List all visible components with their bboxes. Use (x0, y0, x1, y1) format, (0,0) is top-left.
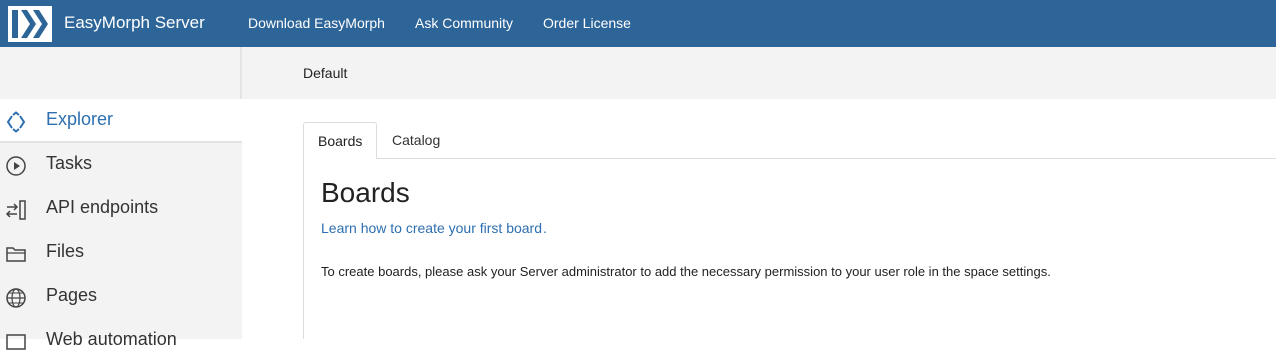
learn-create-board-link[interactable]: Learn how to create your first board (321, 220, 542, 236)
page-title: Boards (321, 177, 410, 208)
brand-title[interactable]: EasyMorph Server (64, 13, 205, 33)
play-circle-icon (6, 156, 26, 176)
top-navbar: EasyMorph Server Download EasyMorph Ask … (0, 0, 1276, 47)
sidebar-item-label: Tasks (46, 153, 93, 173)
sidebar-item-api-endpoints[interactable]: API endpoints (0, 187, 242, 231)
tab-bar: Boards Catalog (303, 122, 1276, 159)
sidebar-item-pages[interactable]: Pages (0, 275, 242, 319)
sidebar-item-label: Explorer (46, 109, 114, 129)
learn-link-period: . (543, 220, 547, 236)
permission-info-text: To create boards, please ask your Server… (321, 264, 1051, 279)
sidebar-item-files[interactable]: Files (0, 231, 242, 275)
folder-icon (6, 247, 26, 262)
breadcrumb: Default (242, 47, 1276, 99)
sidebar-item-label: Pages (46, 285, 98, 305)
nav-download-easymorph[interactable]: Download EasyMorph (248, 15, 385, 31)
tab-label: Boards (318, 133, 363, 149)
sidebar-item-label: Web automation (46, 329, 177, 349)
sidebar-item-web-automation[interactable]: Web automation (0, 319, 242, 363)
tab-catalog[interactable]: Catalog (378, 122, 454, 159)
nav-order-license[interactable]: Order License (543, 15, 631, 31)
web-automation-icon (6, 334, 26, 350)
sidebar-header (0, 47, 240, 99)
sidebar-item-label: API endpoints (46, 197, 159, 217)
nav-ask-community[interactable]: Ask Community (415, 15, 513, 31)
sidebar: Explorer Tasks API endpoints Files Pages… (0, 47, 242, 350)
explorer-icon (6, 111, 26, 133)
sidebar-item-tasks[interactable]: Tasks (0, 143, 242, 187)
tab-boards[interactable]: Boards (303, 122, 377, 159)
panel-left-border (303, 158, 304, 339)
globe-icon (6, 288, 26, 308)
sidebar-item-label: Files (46, 241, 85, 261)
api-endpoints-icon (5, 200, 26, 220)
tab-label: Catalog (392, 132, 441, 148)
breadcrumb-space-default[interactable]: Default (303, 65, 347, 81)
easymorph-logo-icon[interactable] (6, 3, 54, 44)
sidebar-item-explorer[interactable]: Explorer (0, 99, 242, 143)
